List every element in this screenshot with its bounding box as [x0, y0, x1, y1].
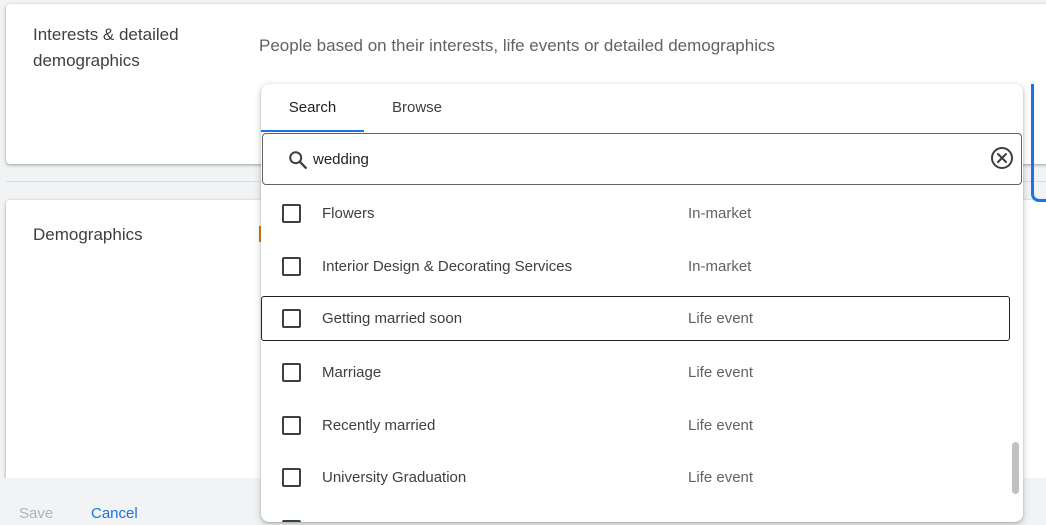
- list-item[interactable]: Marriage Life event: [261, 345, 1023, 391]
- result-label: Marriage: [322, 364, 382, 381]
- result-label: Interior Design & Decorating Services: [322, 258, 573, 275]
- result-label: Recently married: [322, 417, 436, 434]
- result-type: In-market: [688, 258, 752, 275]
- interests-description: People based on their interests, life ev…: [259, 36, 775, 55]
- checkbox[interactable]: [282, 416, 301, 435]
- focus-outline-edge: [1031, 84, 1046, 202]
- clear-icon[interactable]: [990, 146, 1014, 170]
- checkbox[interactable]: [282, 363, 301, 382]
- demographics-section-title: Demographics: [33, 225, 143, 244]
- result-type: Life event: [688, 417, 754, 434]
- result-type: In-market: [688, 205, 752, 222]
- cancel-button[interactable]: Cancel: [91, 505, 138, 522]
- checkbox[interactable]: [282, 257, 301, 276]
- result-label: University Graduation: [322, 469, 467, 486]
- active-tab-indicator: [261, 130, 364, 132]
- list-item-partial[interactable]: [261, 502, 1023, 522]
- search-icon: [289, 151, 307, 169]
- dropdown-tabs: Search Browse: [261, 84, 1023, 132]
- results-list: Flowers In-market Interior Design & Deco…: [261, 186, 1023, 522]
- list-item[interactable]: Recently married Life event: [261, 398, 1023, 444]
- list-item[interactable]: Getting married soon Life event: [261, 296, 1010, 341]
- result-label: Flowers: [322, 205, 375, 222]
- result-type: Life event: [688, 364, 754, 381]
- list-item[interactable]: Flowers In-market: [261, 186, 1023, 232]
- tab-search[interactable]: Search: [261, 84, 364, 132]
- checkbox[interactable]: [282, 468, 301, 487]
- checkbox[interactable]: [282, 520, 301, 522]
- checkbox[interactable]: [282, 309, 301, 328]
- scrollbar-thumb[interactable]: [1012, 442, 1019, 494]
- result-type: Life event: [688, 310, 754, 327]
- interests-section-title: Interests & detailed demographics: [33, 25, 179, 70]
- result-label: Getting married soon: [322, 310, 463, 327]
- result-type: Life event: [688, 469, 754, 486]
- tab-search-label: Search: [288, 99, 337, 116]
- checkbox[interactable]: [282, 204, 301, 223]
- list-item[interactable]: Interior Design & Decorating Services In…: [261, 239, 1023, 285]
- save-button[interactable]: Save: [19, 505, 53, 522]
- search-field[interactable]: [262, 133, 1022, 185]
- tab-browse-label: Browse: [391, 99, 443, 116]
- audience-dropdown-panel: Search Browse Flowers In-market Interior…: [261, 84, 1023, 522]
- list-item[interactable]: University Graduation Life event: [261, 450, 1023, 496]
- search-input[interactable]: [313, 147, 953, 171]
- tab-browse[interactable]: Browse: [364, 84, 470, 132]
